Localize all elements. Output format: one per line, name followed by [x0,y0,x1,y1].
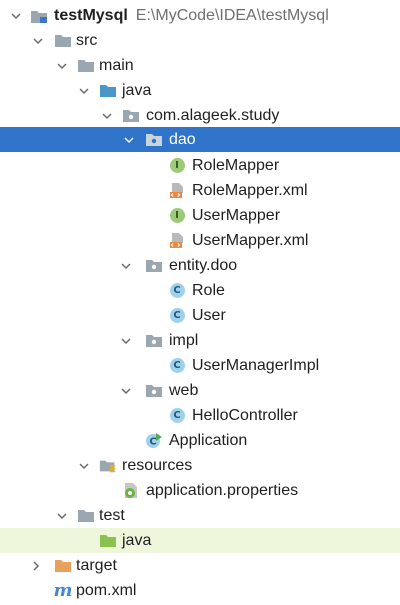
resources-folder-icon [99,457,117,474]
class-icon: C [168,407,186,424]
tree-node-usermapper-xml[interactable]: UserMapper.xml [0,228,400,253]
tree-label: dao [169,131,196,148]
source-folder-icon [99,82,117,99]
tree-node-rolemapper[interactable]: I RoleMapper [0,153,400,178]
tree-node-resources[interactable]: resources [0,453,400,478]
tree-node-test[interactable]: test [0,503,400,528]
class-icon: C [168,357,186,374]
tree-label: pom.xml [76,582,137,599]
tree-node-impl[interactable]: impl [0,328,400,353]
tree-node-application-properties[interactable]: application.properties [0,478,400,503]
interface-icon: I [168,157,186,174]
tree-node-target[interactable]: target [0,553,400,578]
tree-node-project[interactable]: testMysql E:\MyCode\IDEA\testMysql [0,3,400,28]
package-icon [145,131,163,148]
folder-icon [77,57,95,74]
interface-icon: I [168,207,186,224]
tree-label: entity.doo [169,257,238,274]
interface-letter: I [169,158,185,173]
chevron-down-icon[interactable] [30,28,46,53]
module-icon [30,7,48,24]
tree-node-usermanagerimpl[interactable]: C UserManagerImpl [0,353,400,378]
tree-label: main [99,57,134,74]
tree-label: UserManagerImpl [192,357,320,374]
tree-label: java [122,532,152,549]
project-name: testMysql E:\MyCode\IDEA\testMysql [54,6,329,25]
project-title: testMysql [54,7,128,24]
chevron-down-icon[interactable] [76,78,92,103]
tree-node-package[interactable]: com.alageek.study [0,103,400,128]
tree-label: HelloController [192,407,298,424]
chevron-down-icon[interactable] [99,103,115,128]
tree-label: com.alageek.study [146,107,280,124]
package-icon [145,382,163,399]
spring-properties-icon [122,482,140,499]
chevron-down-icon[interactable] [118,253,134,278]
tree-label: Application [169,432,248,449]
tree-label: RoleMapper [192,157,280,174]
folder-icon [54,32,72,49]
tree-node-user[interactable]: C User [0,303,400,328]
tree-label: src [76,32,98,49]
package-icon [122,107,140,124]
chevron-down-icon[interactable] [54,53,70,78]
chevron-down-icon[interactable] [54,503,70,528]
package-icon [145,257,163,274]
tree-node-role[interactable]: C Role [0,278,400,303]
chevron-right-icon[interactable] [28,553,44,578]
tree-node-main[interactable]: main [0,53,400,78]
chevron-down-icon[interactable] [118,328,134,353]
chevron-down-icon[interactable] [118,378,134,403]
package-icon [145,332,163,349]
chevron-down-icon[interactable] [76,453,92,478]
tree-node-java[interactable]: java [0,78,400,103]
tree-node-web[interactable]: web [0,378,400,403]
class-letter: C [169,408,185,423]
class-letter: C [169,308,185,323]
tree-node-application[interactable]: C Application [0,428,400,453]
xml-file-icon [168,232,186,249]
folder-icon [77,507,95,524]
project-tree: testMysql E:\MyCode\IDEA\testMysql src ma… [0,0,400,605]
tree-label: Role [192,282,225,299]
chevron-down-icon[interactable] [8,3,24,28]
tree-label: target [76,557,117,574]
tree-node-dao[interactable]: dao [0,127,400,152]
project-path: E:\MyCode\IDEA\testMysql [135,7,329,24]
tree-node-hellocontroller[interactable]: C HelloController [0,403,400,428]
tree-node-pom[interactable]: m pom.xml [0,578,400,603]
maven-icon: m [53,580,73,601]
class-icon: C [168,282,186,299]
tree-node-test-java[interactable]: java [0,528,400,553]
tree-node-entity[interactable]: entity.doo [0,253,400,278]
tree-node-src[interactable]: src [0,28,400,53]
tree-node-rolemapper-xml[interactable]: RoleMapper.xml [0,178,400,203]
tree-label: application.properties [146,482,299,499]
chevron-down-icon[interactable] [121,127,137,152]
interface-letter: I [169,208,185,223]
maven-letter: m [53,580,73,601]
class-letter: C [149,437,156,448]
excluded-folder-icon [54,557,72,574]
tree-label: impl [169,332,199,349]
class-letter: C [169,358,185,373]
tree-node-usermapper[interactable]: I UserMapper [0,203,400,228]
xml-file-icon [168,182,186,199]
tree-label: java [122,82,152,99]
class-letter: C [169,283,185,298]
tree-label: UserMapper.xml [192,232,309,249]
class-icon: C [168,307,186,324]
tree-label: RoleMapper.xml [192,182,308,199]
tree-label: User [192,307,226,324]
test-source-folder-icon [99,532,117,549]
tree-label: resources [122,457,193,474]
tree-label: test [99,507,125,524]
tree-label: web [169,382,199,399]
spring-boot-class-icon: C [145,432,163,449]
tree-label: UserMapper [192,207,281,224]
